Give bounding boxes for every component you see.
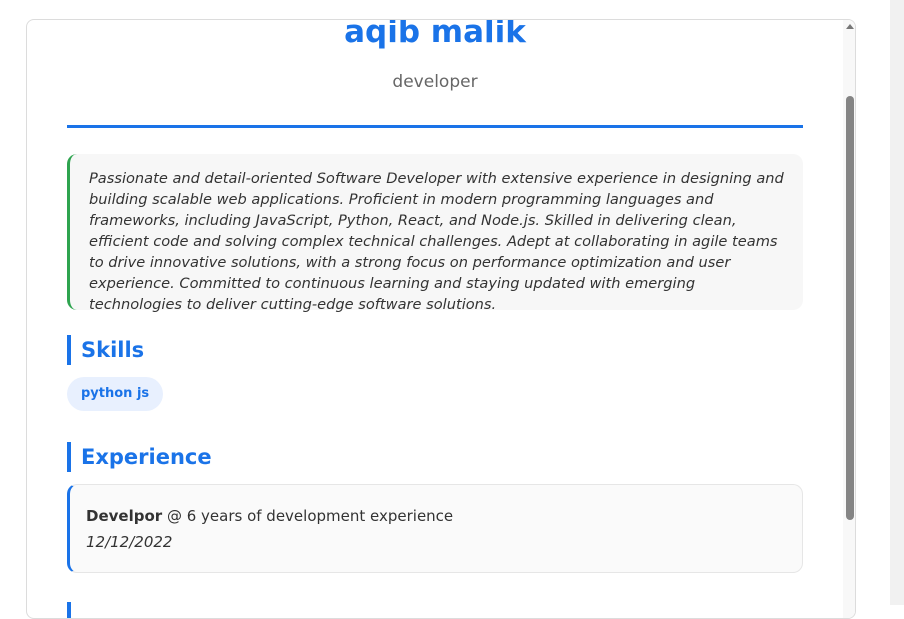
skills-heading: Skills [67, 335, 803, 365]
experience-heading: Experience [67, 442, 803, 472]
experience-headline: Develpor @ 6 years of development experi… [86, 503, 786, 529]
scrollbar-thumb[interactable] [846, 96, 854, 520]
profile-name: aqib malik [344, 19, 526, 50]
header-divider [67, 125, 803, 128]
experience-role: Develpor [86, 507, 163, 525]
profile-role: developer [392, 72, 478, 92]
experience-item: Develpor @ 6 years of development experi… [67, 484, 803, 573]
experience-date: 12/12/2022 [86, 533, 173, 551]
summary-box: Passionate and detail-oriented Software … [67, 154, 803, 313]
experience-separator: @ [162, 507, 187, 525]
resume-card: aqib malik developer Passionate and deta… [26, 19, 856, 619]
page-scroll-track [890, 0, 904, 605]
scroll-up-arrow-icon[interactable] [846, 24, 854, 29]
experience-company: 6 years of development experience [186, 507, 454, 525]
card-scrollbar[interactable] [843, 20, 855, 618]
skill-chip: python js [67, 377, 164, 411]
